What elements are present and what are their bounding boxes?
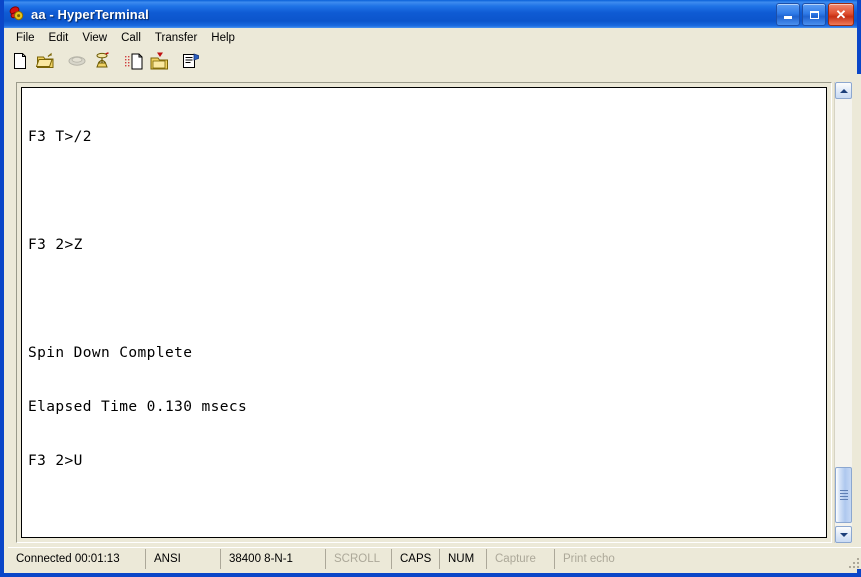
menu-item-view[interactable]: View <box>75 30 114 46</box>
call-button[interactable] <box>65 50 89 73</box>
terminal-line: F3 2>U <box>28 453 83 469</box>
properties-icon <box>183 53 199 68</box>
chevron-down-icon <box>839 532 848 537</box>
terminal-line: F3 T>/2 <box>28 129 92 145</box>
send-file-icon <box>124 53 142 70</box>
resize-grip-icon[interactable] <box>845 554 859 568</box>
open-button[interactable] <box>33 50 57 73</box>
menu-item-call[interactable]: Call <box>114 30 148 46</box>
scrollbar-thumb[interactable] <box>835 467 852 523</box>
receive-file-button[interactable] <box>147 50 171 73</box>
status-caps: CAPS <box>392 548 440 569</box>
window-title: aa - HyperTerminal <box>31 6 149 22</box>
terminal-frame: F3 T>/2 F3 2>Z Spin Down Complete Elapse… <box>16 82 832 543</box>
maximize-button[interactable] <box>802 3 826 26</box>
receive-file-icon <box>150 52 168 69</box>
status-line-settings: 38400 8-N-1 <box>221 548 326 569</box>
disconnect-icon <box>96 51 109 67</box>
terminal-screen[interactable]: F3 T>/2 F3 2>Z Spin Down Complete Elapse… <box>21 87 827 538</box>
properties-button[interactable] <box>179 50 203 73</box>
close-icon: ✕ <box>835 7 847 22</box>
terminal-line: Spin Down Complete <box>28 345 193 361</box>
terminal-line: Elapsed Time 0.130 msecs <box>28 399 248 415</box>
status-bar: Connected 00:01:13 ANSI 38400 8-N-1 SCRO… <box>8 547 861 569</box>
grip-icon <box>839 488 848 502</box>
new-connection-icon <box>14 53 26 69</box>
call-icon <box>68 56 86 66</box>
maximize-icon <box>809 10 819 19</box>
status-scroll: SCROLL <box>326 548 392 569</box>
terminal-output: F3 T>/2 F3 2>Z Spin Down Complete Elapse… <box>28 92 311 537</box>
toolbar <box>4 48 857 74</box>
terminal-line: F3 2>Z <box>28 237 83 253</box>
status-connection: Connected 00:01:13 <box>8 548 146 569</box>
send-file-button[interactable] <box>122 50 146 73</box>
new-connection-button[interactable] <box>8 50 32 73</box>
title-bar[interactable]: aa - HyperTerminal ✕ <box>4 0 857 28</box>
window-controls: ✕ <box>776 3 854 26</box>
client-area: F3 T>/2 F3 2>Z Spin Down Complete Elapse… <box>8 74 861 551</box>
menu-bar: File Edit View Call Transfer Help <box>4 28 857 48</box>
hyperterminal-window: aa - HyperTerminal ✕ File Edit View Call… <box>0 0 861 577</box>
minimize-icon <box>784 16 792 19</box>
menu-item-edit[interactable]: Edit <box>42 30 76 46</box>
menu-item-transfer[interactable]: Transfer <box>148 30 204 46</box>
open-icon <box>35 52 53 68</box>
status-capture: Capture <box>487 548 555 569</box>
status-print-echo: Print echo <box>563 552 615 565</box>
menu-item-file[interactable]: File <box>9 30 42 46</box>
disconnect-button[interactable] <box>90 50 114 73</box>
menu-item-help[interactable]: Help <box>204 30 242 46</box>
status-num: NUM <box>440 548 487 569</box>
status-emulation: ANSI <box>146 548 221 569</box>
scroll-down-button[interactable] <box>835 526 852 543</box>
close-button[interactable]: ✕ <box>828 3 854 26</box>
chevron-up-icon <box>839 88 848 93</box>
vertical-scrollbar[interactable] <box>834 82 852 543</box>
phone-icon <box>8 5 26 23</box>
scroll-up-button[interactable] <box>835 82 852 99</box>
minimize-button[interactable] <box>776 3 800 26</box>
